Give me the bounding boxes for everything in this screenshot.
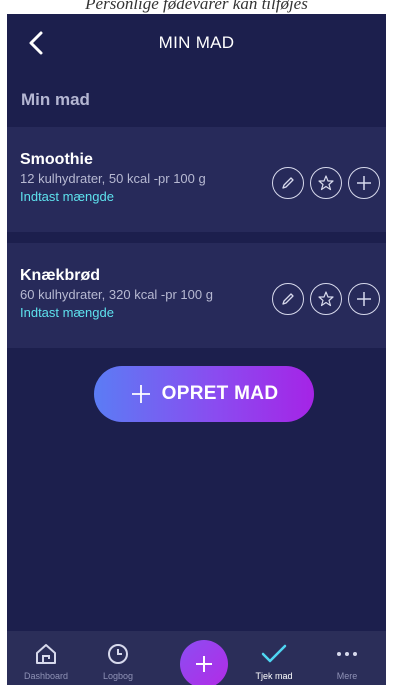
add-button[interactable] [348, 167, 380, 199]
pencil-icon [282, 177, 294, 189]
tab-dashboard[interactable]: Dashboard [11, 631, 81, 685]
food-info: 60 kulhydrater, 320 kcal -pr 100 g [20, 287, 213, 302]
tab-mere[interactable]: Mere [312, 631, 382, 685]
screen-caption: Personlige fødevarer kan tilføjes [85, 0, 308, 13]
add-fab-button[interactable] [180, 640, 228, 685]
food-name: Knækbrød [20, 267, 100, 284]
tab-logbog[interactable]: Logbog [83, 631, 153, 685]
tab-tjek-mad[interactable]: Tjek mad [239, 631, 309, 685]
food-name: Smoothie [20, 151, 93, 168]
pencil-icon [282, 293, 294, 305]
tab-label: Logbog [102, 671, 134, 681]
tab-label: Mere [336, 671, 358, 681]
edit-button[interactable] [272, 283, 304, 315]
plus-icon [131, 385, 150, 403]
favorite-button[interactable] [310, 283, 342, 315]
plus-icon [196, 656, 212, 672]
create-food-button[interactable]: OPRET MAD [94, 366, 314, 422]
food-actions [272, 167, 380, 199]
check-icon [260, 641, 288, 672]
enter-amount-link[interactable]: Indtast mængde [20, 305, 114, 320]
clock-icon [105, 641, 131, 672]
page-title: MIN MAD [158, 33, 235, 52]
food-info: 12 kulhydrater, 50 kcal -pr 100 g [20, 171, 206, 186]
top-bar: MIN MAD [7, 14, 386, 72]
food-actions [272, 283, 380, 315]
section-title: Min mad [21, 90, 90, 109]
star-icon [318, 291, 334, 307]
edit-button[interactable] [272, 167, 304, 199]
enter-amount-link[interactable]: Indtast mængde [20, 189, 114, 204]
tab-label: Tjek mad [255, 671, 293, 681]
more-icon [334, 641, 360, 672]
chevron-left-icon[interactable] [25, 30, 49, 56]
star-icon [318, 175, 334, 191]
app-screen: MIN MAD Min mad Smoothie 12 kulhydrater,… [7, 14, 386, 685]
plus-icon [357, 292, 371, 306]
home-icon [33, 641, 59, 672]
plus-icon [357, 176, 371, 190]
tab-label: Dashboard [23, 671, 69, 681]
create-food-label: OPRET MAD [161, 383, 279, 404]
food-card: Knækbrød 60 kulhydrater, 320 kcal -pr 10… [7, 243, 386, 348]
add-button[interactable] [348, 283, 380, 315]
favorite-button[interactable] [310, 167, 342, 199]
food-card: Smoothie 12 kulhydrater, 50 kcal -pr 100… [7, 127, 386, 232]
